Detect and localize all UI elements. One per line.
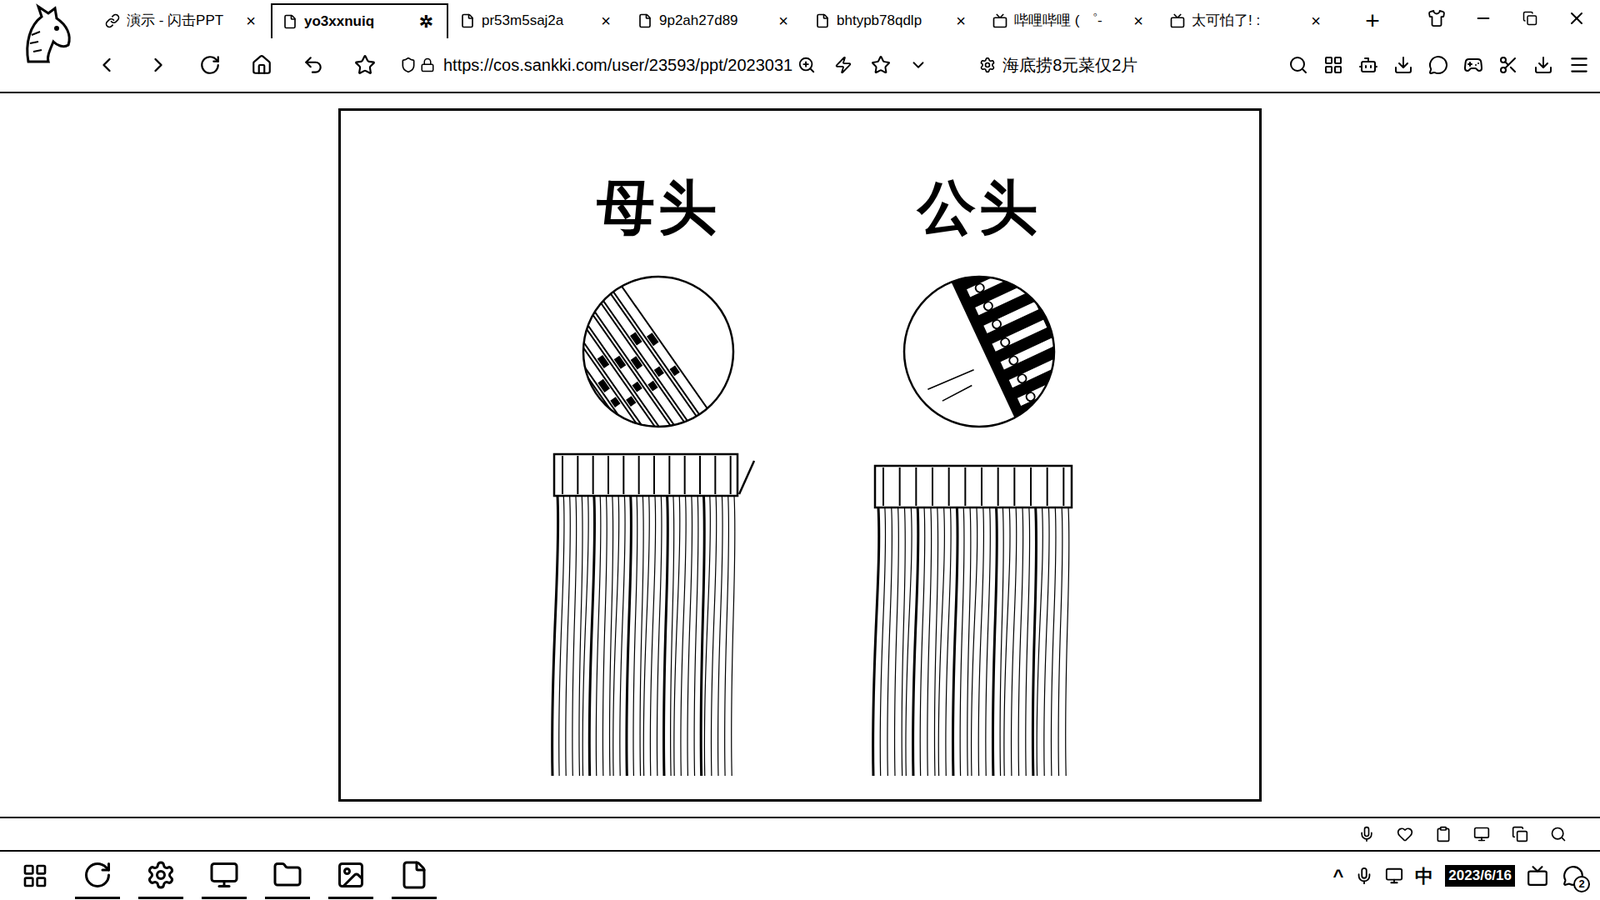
close-window-icon[interactable] — [1566, 8, 1587, 29]
male-connector-closeup-icon — [900, 272, 1059, 431]
voice-icon[interactable] — [1358, 825, 1375, 843]
ime-indicator[interactable]: 中 — [1415, 862, 1434, 890]
female-connector-closeup-icon — [579, 272, 738, 431]
undo-close-icon[interactable] — [302, 54, 325, 76]
browser-tab[interactable]: 哔哩哔哩 ( ゜- × — [980, 3, 1159, 39]
tab-close-button[interactable]: × — [952, 12, 970, 30]
speed-mode-icon[interactable] — [834, 55, 853, 75]
slide-heading: 公头 — [917, 175, 1041, 243]
slide-column: 公头 — [866, 175, 1092, 800]
slide-heading: 母头 — [596, 175, 720, 243]
restore-icon[interactable] — [1522, 10, 1538, 26]
clock-date[interactable]: 2023/6/16 — [1445, 865, 1515, 887]
browser-tab[interactable]: pr53m5saj2a × — [448, 3, 626, 39]
tab-list: 演示 - 闪击PPT×yo3xxnuiq✲pr53m5saj2a×9p2ah27… — [93, 3, 1336, 39]
tray-mic-icon[interactable] — [1355, 866, 1374, 885]
chat-icon[interactable] — [1428, 55, 1449, 75]
tab-title: yo3xxnuiq — [304, 10, 410, 33]
browser-tab[interactable]: 太可怕了! : × — [1158, 3, 1336, 39]
photos-app-icon[interactable] — [335, 860, 366, 890]
page-icon — [637, 13, 653, 29]
tab-title: 哔哩哔哩 ( ゜- — [1014, 10, 1124, 32]
browser-tab[interactable]: bhtypb78qdlp × — [803, 3, 981, 39]
tray-bilibili-icon[interactable] — [1526, 865, 1549, 887]
like-icon[interactable] — [1396, 825, 1414, 843]
menu-icon[interactable] — [1568, 54, 1590, 76]
browser-tab[interactable]: 9p2ah27d89 × — [625, 3, 804, 39]
apps-icon[interactable] — [1323, 55, 1344, 75]
hot-search-icon — [979, 56, 996, 74]
browser-logo-icon[interactable] — [13, 1, 80, 69]
browser-app-icon[interactable] — [82, 860, 113, 890]
tab-title: 9p2ah27d89 — [659, 10, 769, 32]
dropdown-icon[interactable] — [909, 55, 928, 75]
back-icon[interactable] — [95, 53, 119, 77]
page-icon — [282, 14, 298, 30]
notification-badge: 2 — [1573, 875, 1590, 893]
tab-strip: 演示 - 闪击PPT×yo3xxnuiq✲pr53m5saj2a×9p2ah27… — [0, 0, 1600, 39]
page-icon — [815, 13, 830, 29]
screen: 演示 - 闪击PPT×yo3xxnuiq✲pr53m5saj2a×9p2ah27… — [0, 0, 1600, 900]
slide: 母头 公头 — [338, 108, 1262, 802]
folder-app-icon[interactable] — [272, 860, 303, 890]
url-text: https://cos.sankki.com/user/23593/ppt/20… — [443, 52, 793, 78]
forward-icon[interactable] — [146, 53, 170, 77]
tab-title: bhtypb78qdlp — [836, 10, 946, 32]
bookmark-icon[interactable] — [354, 54, 376, 76]
tray-display-icon[interactable] — [1385, 866, 1404, 885]
tab-close-button[interactable]: × — [775, 12, 792, 30]
downloads-icon[interactable] — [1533, 55, 1554, 75]
browser-tab[interactable]: yo3xxnuiq ✲ — [270, 3, 449, 39]
minimize-icon[interactable] — [1474, 9, 1493, 28]
screenshot-icon[interactable] — [1498, 55, 1519, 75]
system-tray: ^ 中 2023/6/16 2 — [1333, 862, 1588, 890]
search-icon[interactable] — [1288, 55, 1309, 75]
browser-tab[interactable]: 演示 - 闪击PPT × — [93, 3, 271, 39]
tray-expand-button[interactable]: ^ — [1333, 862, 1345, 890]
bilibili-icon — [1170, 13, 1185, 29]
home-icon[interactable] — [250, 54, 273, 76]
tab-close-button[interactable]: × — [1130, 12, 1147, 30]
status-strip — [0, 816, 1600, 850]
taskbar: ^ 中 2023/6/16 2 — [0, 850, 1600, 900]
favorite-icon[interactable] — [870, 55, 891, 75]
lock-icon — [420, 57, 435, 73]
hot-search[interactable]: 海底捞8元菜仅2片 — [979, 52, 1138, 78]
wps-app-icon[interactable] — [399, 860, 430, 890]
slide-column: 母头 — [545, 175, 771, 800]
reload-icon[interactable] — [199, 54, 221, 76]
screen-icon[interactable] — [1473, 825, 1490, 843]
tab-close-button[interactable]: × — [597, 12, 615, 30]
clipboard-icon[interactable] — [1435, 825, 1452, 843]
new-tab-button[interactable]: + — [1355, 8, 1390, 39]
start-icon[interactable] — [21, 862, 49, 890]
bilibili-icon — [992, 13, 1008, 29]
find-icon[interactable] — [1550, 825, 1567, 843]
tab-title: 演示 - 闪击PPT — [126, 10, 236, 32]
zoom-icon[interactable] — [797, 55, 816, 75]
download-circle-icon[interactable] — [1393, 55, 1414, 75]
skin-icon[interactable] — [1427, 9, 1446, 28]
tab-close-button[interactable]: × — [1307, 12, 1325, 30]
female-ribbon-cable-icon — [545, 452, 771, 778]
assistant-icon[interactable] — [1358, 55, 1379, 75]
remote-app-icon[interactable] — [209, 860, 240, 890]
tab-title: 太可怕了! : — [1191, 10, 1301, 32]
game-icon[interactable] — [1463, 55, 1484, 75]
page-content: 母头 公头 — [0, 93, 1600, 817]
tab-close-button[interactable]: ✲ — [415, 13, 437, 30]
url-field[interactable]: https://cos.sankki.com/user/23593/ppt/20… — [400, 52, 816, 78]
tab-title: pr53m5saj2a — [481, 10, 591, 32]
male-ribbon-cable-icon — [866, 452, 1092, 778]
shield-icon — [400, 56, 417, 74]
link-icon — [105, 13, 120, 29]
window-icon[interactable] — [1511, 825, 1529, 843]
address-bar: https://cos.sankki.com/user/23593/ppt/20… — [0, 38, 1600, 92]
page-icon — [460, 13, 475, 29]
tab-close-button[interactable]: × — [242, 12, 260, 30]
settings-app-icon[interactable] — [145, 860, 176, 890]
